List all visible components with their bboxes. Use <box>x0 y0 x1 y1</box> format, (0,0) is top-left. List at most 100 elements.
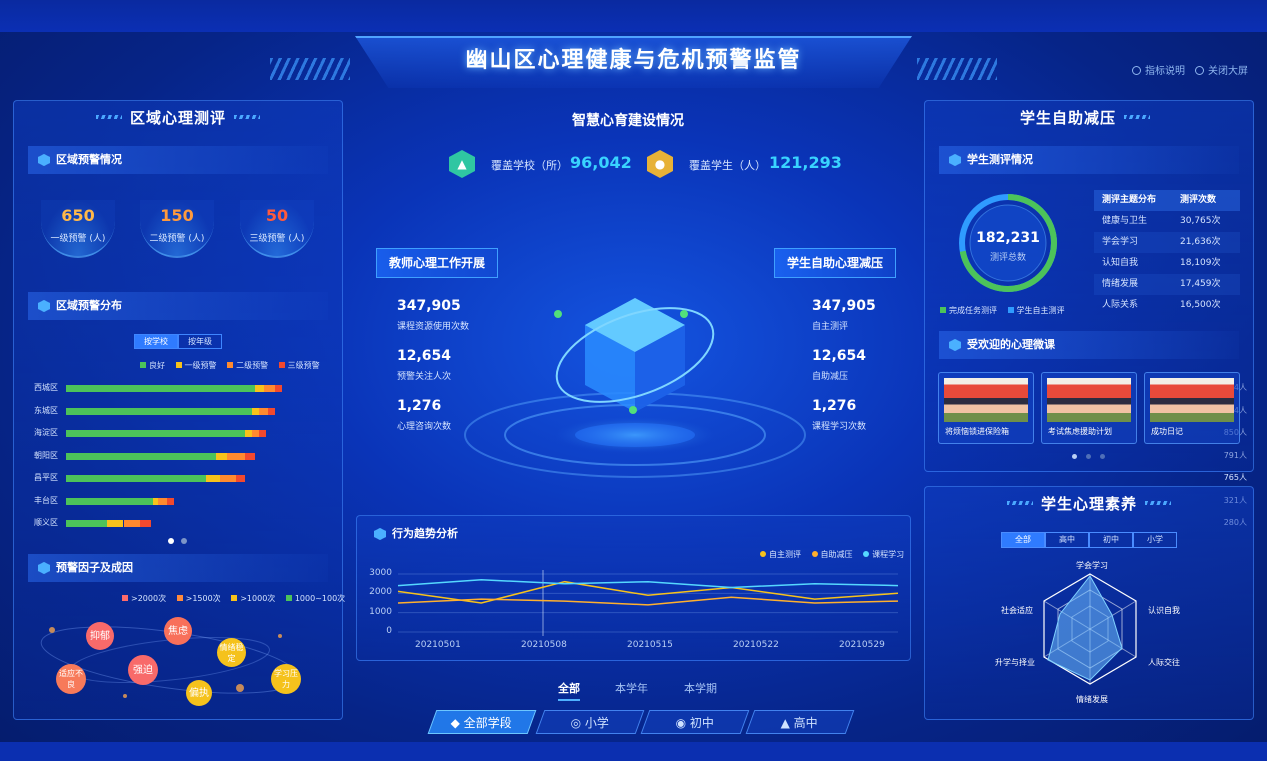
radar-axis-label: 认识自我 <box>1148 606 1180 615</box>
y-tick-label: 0 <box>386 626 392 636</box>
bar-segment <box>66 520 108 527</box>
radar-axis-label: 社会适应 <box>1001 606 1033 615</box>
warning-subhead: 区域预警情况 <box>28 146 328 174</box>
course-card[interactable]: 考试焦虑援助计划 <box>1041 372 1137 444</box>
factor-bubble-study-pressure[interactable]: 学习压力 <box>271 664 301 694</box>
bar-segment <box>66 407 253 415</box>
literacy-tab-all[interactable]: 全部 <box>1001 532 1045 548</box>
pager-dot-active[interactable] <box>168 538 174 544</box>
tab-semester[interactable]: 本学期 <box>684 680 717 696</box>
legend-swatch <box>176 595 183 601</box>
bar-segment <box>220 475 237 482</box>
toggle-by-grade[interactable]: 按年级 <box>178 334 222 349</box>
legend-swatch <box>278 362 285 368</box>
graduate-icon: ▲ <box>781 716 795 730</box>
factor-bubble-compulsion[interactable]: 强迫 <box>128 655 158 685</box>
bar-segment <box>66 497 154 505</box>
toggle-by-school[interactable]: 按学校 <box>134 334 178 349</box>
stacked-bar[interactable] <box>66 452 296 460</box>
dashboard-screen: 幽山区心理健康与危机预警监管 指标说明 关闭大屏 区域心理测评 区域预警情况 6… <box>0 0 1267 761</box>
trend-chart <box>398 570 898 636</box>
center-section-title: 智慧心育建设情况 <box>572 113 684 129</box>
bar-segment <box>215 452 227 460</box>
hex-icon <box>38 562 50 574</box>
legend-swatch <box>231 595 238 601</box>
table-row: 情绪发展 17,459次 <box>1094 274 1240 295</box>
hex-icon <box>374 528 386 540</box>
bar-category-label: 昌平区 <box>34 473 58 482</box>
relief-panel-title: 学生自助减压 <box>925 107 1253 128</box>
stacked-bar[interactable] <box>66 475 296 482</box>
legend-swatch <box>122 595 128 601</box>
y-tick-label: 1000 <box>369 606 392 617</box>
x-tick-label: 20210515 <box>627 640 673 650</box>
trend-legend: 自主测评 自助减压 课程学习 <box>752 549 904 560</box>
warning-value: 150 <box>160 206 194 225</box>
factors-legend: >2000次 >1500次 >1000次 1000~100次 <box>114 593 345 604</box>
bar-category-label: 顺义区 <box>34 518 58 527</box>
course-card[interactable]: 成功日记 <box>1144 372 1240 444</box>
stacked-bar[interactable] <box>66 520 296 527</box>
factor-bubble-anxiety[interactable]: 焦虑 <box>164 617 192 645</box>
stage-all-button[interactable]: ◆ 全部学段 <box>427 710 537 734</box>
tab-all[interactable]: 全部 <box>558 680 580 701</box>
close-screen-link[interactable]: 关闭大屏 <box>1195 62 1248 77</box>
table-row: 人际关系 16,500次 <box>1102 300 1221 310</box>
course-thumbnail <box>1047 378 1131 422</box>
pager-dot-active[interactable] <box>1072 454 1077 459</box>
factor-bubble-depression[interactable]: 抑郁 <box>86 622 114 650</box>
stage-high-button[interactable]: ▲ 高中 <box>745 710 855 734</box>
distribution-subhead: 区域预警分布 <box>28 292 328 320</box>
pager-dot[interactable] <box>1100 454 1105 459</box>
distribution-legend: 良好 一级预警 二级预警 三级预警 <box>132 360 320 371</box>
bar-segment <box>227 452 246 460</box>
stage-primary-button[interactable]: ◎ 小学 <box>535 710 645 734</box>
course-thumbnail <box>944 378 1028 422</box>
legend-swatch <box>1007 307 1014 313</box>
pager-dot[interactable] <box>1086 454 1091 459</box>
factor-bubble-maladaptation[interactable]: 适应不良 <box>56 664 86 694</box>
radar-chart <box>1043 573 1137 685</box>
left-panel-title: 区域心理测评 <box>14 107 342 128</box>
literacy-tab-primary[interactable]: 小学 <box>1133 532 1177 548</box>
factor-bubble-paranoia[interactable]: 偏执 <box>186 680 212 706</box>
legend-swatch <box>227 362 234 368</box>
literacy-tab-middle[interactable]: 初中 <box>1089 532 1133 548</box>
stacked-bar[interactable] <box>66 430 296 437</box>
literacy-tab-high[interactable]: 高中 <box>1045 532 1089 548</box>
stacked-bar[interactable] <box>66 385 296 392</box>
pager-dot[interactable] <box>181 538 187 544</box>
legend-swatch <box>285 595 292 601</box>
bar-segment <box>139 520 152 527</box>
factor-bubble-emotion[interactable]: 情绪稳定 <box>217 638 246 667</box>
course-card[interactable]: 将烦恼锁进保险箱 <box>938 372 1034 444</box>
warning-value: 50 <box>265 206 289 225</box>
eval-table-header: 测评主题分布 测评次数 <box>1094 190 1240 211</box>
tab-school-year[interactable]: 本学年 <box>615 680 648 696</box>
stacked-bar[interactable] <box>66 497 296 505</box>
bar-segment <box>259 407 269 415</box>
bar-category-label: 海淀区 <box>34 428 58 437</box>
legend-swatch <box>940 307 946 313</box>
help-icon <box>1132 66 1141 75</box>
help-link[interactable]: 指标说明 <box>1132 62 1185 77</box>
warning-value: 650 <box>61 206 95 225</box>
y-tick-label: 3000 <box>369 568 392 578</box>
stage-middle-button[interactable]: ◉ 初中 <box>640 710 750 734</box>
bar-segment <box>66 452 216 460</box>
factors-subhead: 预警因子及成因 <box>28 554 328 582</box>
bar-category-label: 丰台区 <box>34 495 58 505</box>
series-line-课程学习[interactable] <box>398 579 898 589</box>
bulb-icon: ◎ <box>570 716 585 730</box>
stacked-bar[interactable] <box>66 407 296 415</box>
table-row: 学会学习 21,636次 <box>1094 232 1240 253</box>
bar-segment <box>158 497 168 505</box>
bar-segment <box>254 385 264 392</box>
radar-axis-label: 人际交往 <box>1148 658 1180 667</box>
warning-label: 一级预警 (人) <box>50 234 106 244</box>
bar-segment <box>236 475 246 482</box>
hex-icon <box>949 154 961 166</box>
bar-segment <box>252 407 260 415</box>
eval-subhead: 学生测评情况 <box>939 146 1239 174</box>
warning-label: 二级预警 (人) <box>149 234 205 244</box>
